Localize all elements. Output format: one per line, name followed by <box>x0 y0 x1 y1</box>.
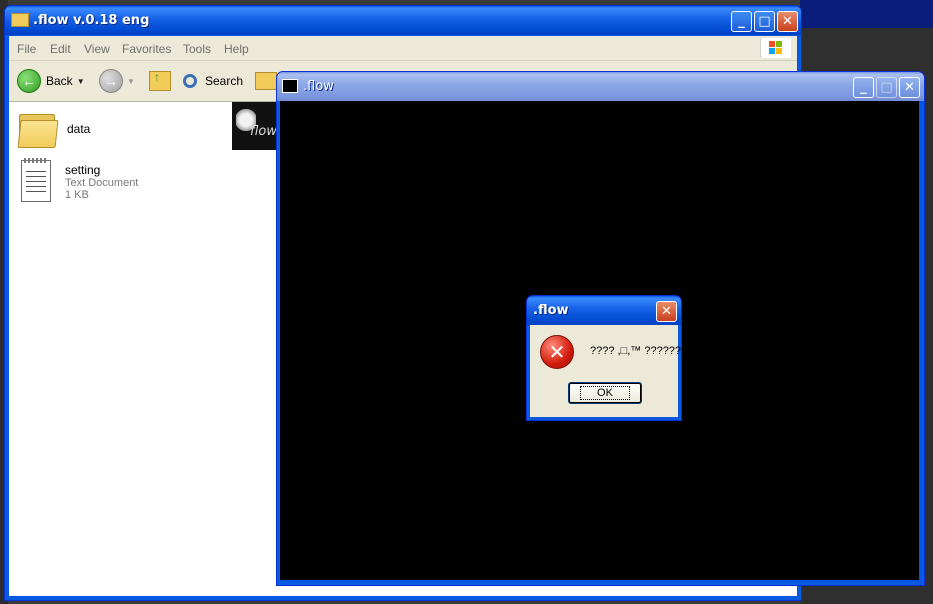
explorer-title: .flow v.0.18 eng <box>33 13 150 28</box>
background-window-titlebar <box>800 0 933 28</box>
menu-view[interactable]: View <box>84 42 110 56</box>
flow-thumb-text: flow <box>250 124 277 139</box>
file-size: 1 KB <box>65 189 89 201</box>
back-button[interactable]: ← Back ▼ <box>17 69 85 93</box>
maximize-button[interactable]: □ <box>754 11 775 32</box>
minimize-button[interactable]: _ <box>853 77 874 98</box>
file-name: setting <box>65 163 101 177</box>
close-button[interactable]: ✕ <box>777 11 798 32</box>
list-item[interactable]: setting Text Document 1 KB <box>21 158 139 202</box>
search-button[interactable]: Search <box>183 69 243 93</box>
explorer-titlebar[interactable]: .flow v.0.18 eng _ □ ✕ <box>5 6 801 35</box>
ok-button[interactable]: OK <box>568 382 642 404</box>
menu-tools[interactable]: Tools <box>183 42 211 56</box>
forward-button[interactable]: → ▼ <box>99 69 135 93</box>
ok-label: OK <box>580 386 630 400</box>
back-arrow-icon: ← <box>17 69 41 93</box>
folders-icon <box>255 72 277 90</box>
list-item[interactable]: data <box>17 110 91 148</box>
forward-dropdown-icon: ▼ <box>127 76 135 86</box>
text-document-icon <box>21 158 51 202</box>
back-label: Back <box>46 74 73 88</box>
up-folder-icon: ↑ <box>149 70 171 91</box>
file-type: Text Document <box>65 177 139 189</box>
game-titlebar[interactable]: .flow _ □ ✕ <box>277 72 924 101</box>
app-icon <box>282 79 298 93</box>
menu-help[interactable]: Help <box>224 42 249 56</box>
dialog-message: ???? ,□,™ ?????? <box>590 345 682 357</box>
up-folder-button[interactable]: ↑ <box>149 69 171 93</box>
menu-favorites[interactable]: Favorites <box>122 42 171 56</box>
folder-icon <box>17 110 59 148</box>
back-dropdown-icon[interactable]: ▼ <box>77 77 85 86</box>
folders-button[interactable] <box>255 69 277 93</box>
maximize-button: □ <box>876 77 897 98</box>
close-button[interactable]: ✕ <box>899 77 920 98</box>
search-icon <box>183 74 197 88</box>
dialog-body: ✕ ???? ,□,™ ?????? OK <box>530 325 682 417</box>
menu-file[interactable]: File <box>17 42 36 56</box>
menu-bar: File Edit View Favorites Tools Help <box>9 36 797 61</box>
menu-edit[interactable]: Edit <box>50 42 71 56</box>
dialog-titlebar[interactable]: .flow ✕ <box>527 296 681 325</box>
minimize-button[interactable]: _ <box>731 11 752 32</box>
close-button[interactable]: ✕ <box>656 301 677 322</box>
forward-arrow-icon: → <box>99 69 123 93</box>
error-dialog: .flow ✕ ✕ ???? ,□,™ ?????? OK <box>526 295 682 421</box>
search-label: Search <box>205 74 244 88</box>
dialog-title: .flow <box>533 303 569 318</box>
file-name: data <box>67 122 91 136</box>
flow-exe-icon[interactable]: flow <box>232 102 278 150</box>
game-title: .flow <box>303 79 334 94</box>
windows-logo <box>760 38 791 58</box>
folder-icon <box>11 13 29 27</box>
error-icon: ✕ <box>540 335 574 369</box>
